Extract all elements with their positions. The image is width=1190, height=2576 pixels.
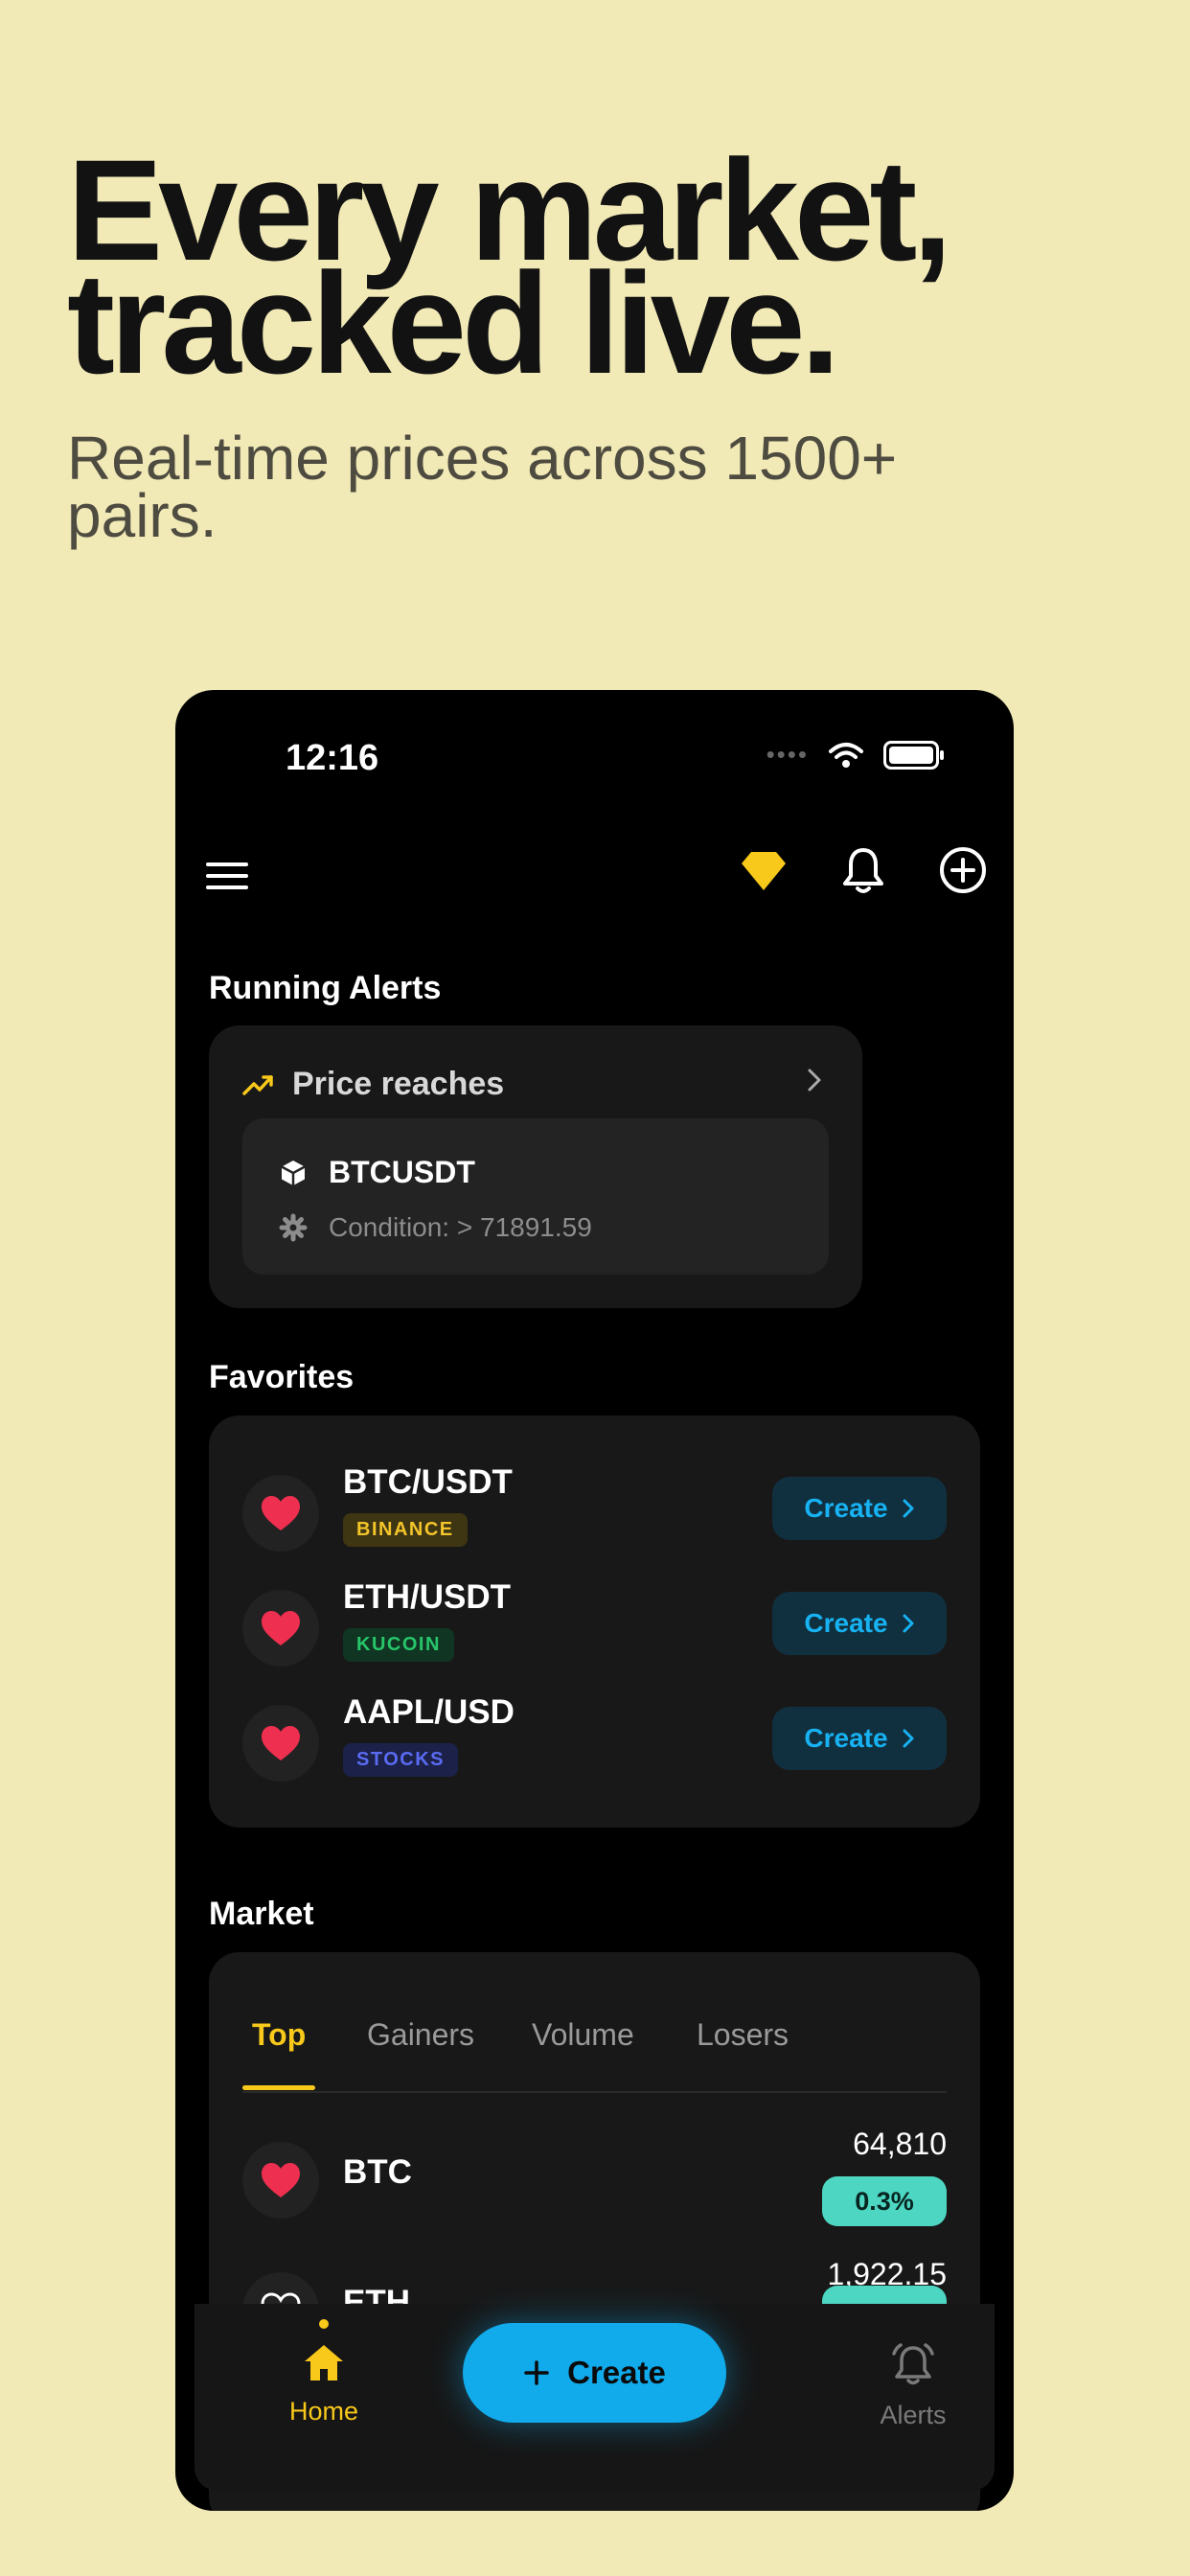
running-alert-card[interactable]: Price reaches BTCUSDT Condition: > 71891… xyxy=(209,1025,862,1308)
trend-up-icon xyxy=(242,1074,273,1095)
favorite-row: AAPL/USD STOCKS Create xyxy=(242,1693,947,1789)
favorite-row: BTC/USDT BINANCE Create xyxy=(242,1463,947,1559)
create-alert-button[interactable]: Create xyxy=(772,1592,947,1655)
wifi-icon xyxy=(829,742,863,768)
create-fab[interactable]: Create xyxy=(463,2323,726,2423)
market-row[interactable]: BTC 64,810 0.3% xyxy=(242,2127,947,2232)
nav-alerts[interactable]: Alerts xyxy=(836,2342,990,2430)
alert-detail: BTCUSDT Condition: > 71891.59 xyxy=(242,1118,829,1275)
coin-name: BTC xyxy=(343,2153,412,2191)
heart-icon[interactable] xyxy=(242,2142,319,2219)
phone-screen: 12:16 •••• Running Alerts Price reaches … xyxy=(175,690,1014,2511)
status-time: 12:16 xyxy=(286,738,379,778)
create-label: Create xyxy=(804,1608,888,1638)
chevron-right-icon xyxy=(808,1069,821,1092)
favorites-title: Favorites xyxy=(209,1359,355,1395)
tab-top[interactable]: Top xyxy=(252,2017,306,2053)
favorite-row: ETH/USDT KUCOIN Create xyxy=(242,1578,947,1674)
cube-icon xyxy=(281,1160,306,1185)
exchange-badge: BINANCE xyxy=(343,1513,468,1547)
battery-icon xyxy=(883,740,944,770)
menu-icon[interactable] xyxy=(204,855,250,901)
price-change-badge: 0.3% xyxy=(822,2176,947,2226)
signal-icon: •••• xyxy=(766,740,809,769)
subheadline: Real-time prices across 1500+ pairs. xyxy=(67,424,898,550)
alert-symbol: BTCUSDT xyxy=(329,1155,475,1189)
create-fab-label: Create xyxy=(567,2355,666,2390)
headline: Every market, tracked live. xyxy=(67,138,1121,403)
headline-line-2: tracked live. xyxy=(67,242,840,403)
create-alert-button[interactable]: Create xyxy=(772,1477,947,1540)
status-icons: •••• xyxy=(766,740,944,770)
tab-losers[interactable]: Losers xyxy=(697,2017,789,2053)
chevron-right-icon xyxy=(903,1614,914,1633)
heart-icon[interactable] xyxy=(242,1590,319,1667)
plus-icon xyxy=(524,2360,549,2385)
market-title: Market xyxy=(209,1896,314,1932)
active-tab-indicator xyxy=(242,2085,315,2090)
bell-icon[interactable] xyxy=(836,843,890,897)
gear-icon xyxy=(279,1213,308,1242)
diamond-icon[interactable] xyxy=(737,843,790,897)
pair-name: AAPL/USD xyxy=(343,1693,515,1731)
plus-circle-icon[interactable] xyxy=(936,843,990,897)
pair-name: BTC/USDT xyxy=(343,1463,513,1501)
market-tabs: Top Gainers Volume Losers xyxy=(242,1952,947,2093)
heart-icon[interactable] xyxy=(242,1705,319,1782)
create-alert-button[interactable]: Create xyxy=(772,1707,947,1770)
tab-gainers[interactable]: Gainers xyxy=(367,2017,474,2053)
chevron-right-icon xyxy=(903,1729,914,1748)
favorites-card: BTC/USDT BINANCE Create ETH/USDT KUCOIN … xyxy=(209,1415,980,1828)
create-label: Create xyxy=(804,1493,888,1523)
alarm-icon xyxy=(892,2343,934,2385)
alert-type-label: Price reaches xyxy=(292,1066,505,1102)
alert-condition: Condition: > 71891.59 xyxy=(329,1212,592,1242)
nav-home[interactable]: Home xyxy=(247,2319,400,2426)
heart-icon[interactable] xyxy=(242,1475,319,1552)
top-bar xyxy=(204,843,990,912)
nav-alerts-label: Alerts xyxy=(880,2401,947,2429)
bottom-nav: Home Create Alerts xyxy=(195,2304,995,2491)
exchange-badge: STOCKS xyxy=(343,1743,458,1777)
nav-home-label: Home xyxy=(288,2397,359,2426)
active-nav-dot xyxy=(319,2319,329,2329)
running-alerts-title: Running Alerts xyxy=(209,970,442,1006)
coin-price: 64,810 xyxy=(853,2127,947,2161)
tab-volume[interactable]: Volume xyxy=(532,2017,634,2053)
home-icon xyxy=(305,2345,343,2380)
create-label: Create xyxy=(804,1723,888,1753)
exchange-badge: KUCOIN xyxy=(343,1628,454,1662)
chevron-right-icon xyxy=(903,1499,914,1518)
pair-name: ETH/USDT xyxy=(343,1578,511,1616)
